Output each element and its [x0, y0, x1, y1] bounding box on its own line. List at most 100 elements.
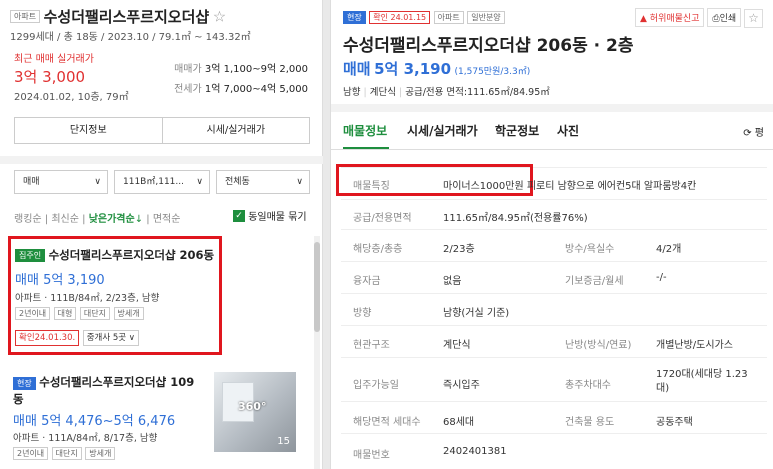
area-value: 111.65㎡/84.95㎡(전용률76%) — [443, 213, 588, 224]
listing-number: 2402401381 — [443, 446, 507, 457]
complex-name: 수성더팰리스푸르지오더샵 — [43, 8, 210, 26]
complex-header: 아파트 수성더팰리스푸르지오더샵 ☆ — [10, 6, 226, 27]
print-button[interactable]: ⎙인쇄 — [707, 8, 742, 27]
confirm-date: 확인24.01.30. — [15, 330, 80, 346]
listing-title[interactable]: 수성더팰리스푸르지오더샵 206동 — [49, 248, 215, 262]
chevron-down-icon: ∨ — [296, 177, 303, 187]
same-listing-toggle[interactable]: ✓ 동일매물 묶기 — [233, 208, 307, 223]
listing-spec: 아파트 · 111B/84㎡, 2/23층, 남향 — [15, 293, 160, 304]
tab-listing-info[interactable]: 매물정보 — [343, 122, 387, 139]
divider — [341, 261, 767, 262]
listing-tag: 방세개 — [113, 306, 144, 320]
tab-school[interactable]: 학군정보 — [495, 122, 539, 139]
photo-count: 15 — [277, 436, 290, 447]
detail-specs: 남향 | 계단식 | 공급/전용 면적:111.65㎡/84.95㎡ — [343, 87, 550, 98]
refresh-icon: ⟳ — [743, 128, 752, 139]
divider — [341, 433, 767, 434]
recent-label: 최근 매매 실거래가 — [14, 54, 94, 65]
listing-tags: 2년이내 대단지 방세개 — [13, 446, 116, 460]
divider — [341, 357, 767, 358]
listing-card[interactable]: 현장 수성더팰리스푸르지오더샵 109동 매매 5억 4,476~5억 6,47… — [8, 368, 308, 469]
tab-market-price[interactable]: 시세/실거래가 — [163, 118, 310, 143]
sort-low-price[interactable]: 낮은가격순 — [89, 214, 135, 225]
entrance-value: 계단식 — [443, 340, 471, 351]
printer-icon: ⎙ — [712, 14, 720, 24]
tab-photos[interactable]: 사진 — [557, 122, 579, 139]
listing-tag: 대형 — [53, 306, 77, 320]
sort-ranking[interactable]: 랭킹순 — [14, 214, 42, 225]
loan-value: 없음 — [443, 276, 462, 287]
trade-type-select[interactable]: 매매 ∨ — [14, 170, 108, 194]
listing-spec: 아파트 · 111A/84㎡, 8/17층, 남향 — [13, 433, 158, 444]
movein-value: 즉시입주 — [443, 380, 480, 391]
detail-title: 수성더팰리스푸르지오더샵 206동 · 2층 — [343, 36, 634, 56]
site-badge: 현장 — [13, 376, 36, 390]
checkbox-checked-icon[interactable]: ✓ — [233, 209, 245, 222]
listing-tag: 방세개 — [85, 446, 116, 460]
scrollbar-thumb[interactable] — [314, 242, 320, 332]
complex-type-badge: 아파트 — [10, 10, 41, 23]
active-tab-indicator — [343, 147, 389, 149]
direction-value: 남향(거실 기준) — [443, 308, 510, 319]
divider — [341, 293, 767, 294]
dong-select[interactable]: 전체동 ∨ — [216, 170, 310, 194]
scrollbar-track[interactable] — [314, 236, 320, 469]
detail-price: 매매 5억 3,190 (1,575만원/3.3㎡) — [343, 60, 531, 78]
households-value: 68세대 — [443, 417, 475, 428]
chevron-down-icon: ∨ — [128, 333, 136, 343]
section-divider — [331, 104, 773, 112]
section-divider — [0, 156, 323, 164]
area-select[interactable]: 111B㎡,111... ∨ — [114, 170, 210, 194]
listing-card[interactable]: 집주인 수성더팰리스푸르지오더샵 206동 매매 5억 3,190 아파트 · … — [8, 236, 222, 355]
deposit-value: -/- — [656, 272, 667, 283]
parking-value: 1720대(세대당 1.23대) — [656, 369, 748, 394]
divider — [341, 325, 767, 326]
listing-panel: 아파트 수성더팰리스푸르지오더샵 ☆ 1299세대 / 총 18동 / 2023… — [0, 0, 323, 469]
listing-tag: 대단지 — [51, 446, 82, 460]
sale-range: 3억 1,100~9억 2,000 — [204, 64, 308, 75]
star-icon[interactable]: ☆ — [213, 8, 226, 26]
divider — [341, 401, 767, 402]
divider — [341, 229, 767, 230]
complex-tabs: 단지정보 시세/실거래가 — [14, 117, 310, 144]
tab-complex-info[interactable]: 단지정보 — [15, 118, 163, 143]
listing-tag: 2년이내 — [15, 306, 51, 320]
sort-options: 랭킹순 | 최신순 | 낮은가격순↓ | 면적순 — [14, 214, 181, 225]
panorama-360-icon: 360° — [238, 400, 267, 413]
panel-divider — [323, 0, 330, 469]
heating-value: 개별난방/도시가스 — [656, 340, 733, 351]
agents-dropdown[interactable]: 중개사 5곳 ∨ — [82, 330, 140, 346]
listing-price: 매매 5억 4,476~5억 6,476 — [13, 414, 176, 429]
detail-actions: ▲ 허위매물신고 ⎙인쇄 ☆ — [635, 8, 763, 28]
report-button[interactable]: ▲ 허위매물신고 — [635, 8, 705, 27]
listing-photo[interactable]: 360° 15 — [214, 372, 296, 452]
chevron-down-icon: ∨ — [94, 177, 101, 187]
jeonse-range: 1억 7,000~4억 5,000 — [204, 84, 308, 95]
chevron-down-icon: ∨ — [196, 177, 203, 187]
unit-price: (1,575만원/3.3㎡) — [454, 67, 531, 77]
arrow-down-icon: ↓ — [134, 214, 144, 225]
detail-panel: 현장 확인 24.01.15 아파트 일반분양 ▲ 허위매물신고 ⎙인쇄 ☆ 수… — [330, 0, 773, 469]
favorite-star-icon[interactable]: ☆ — [744, 9, 763, 28]
owner-badge: 집주인 — [15, 248, 46, 262]
use-value: 공동주택 — [656, 417, 693, 428]
listing-tag: 2년이내 — [13, 446, 49, 460]
detail-tabs: 매물정보 시세/실거래가 학군정보 사진 ⟳ 평 — [331, 112, 773, 150]
sale-range-row: 매매가 3억 1,100~9억 2,000 — [174, 64, 308, 75]
listing-title[interactable]: 수성더팰리스푸르지오더샵 109동 — [13, 375, 194, 406]
area-unit-toggle[interactable]: ⟳ 평 — [743, 124, 764, 139]
listing-tag: 대단지 — [79, 306, 110, 320]
complex-info: 1299세대 / 총 18동 / 2023.10 / 79.1㎡ ~ 143.3… — [10, 32, 251, 43]
floor-value: 2/23층 — [443, 244, 475, 255]
listing-tags: 2년이내 대형 대단지 방세개 — [15, 306, 144, 320]
tab-market[interactable]: 시세/실거래가 — [407, 122, 478, 139]
recent-date: 2024.01.02, 10층, 79㎡ — [14, 92, 129, 103]
recent-price: 3억 3,000 — [14, 68, 86, 86]
jeonse-range-row: 전세가 1억 7,000~4억 5,000 — [174, 84, 308, 95]
sort-area[interactable]: 면적순 — [153, 214, 181, 225]
siren-icon: ▲ — [640, 14, 647, 24]
divider — [341, 199, 767, 200]
sort-latest[interactable]: 최신순 — [51, 214, 79, 225]
detail-tags: 현장 확인 24.01.15 아파트 일반분양 — [343, 10, 505, 24]
rooms-value: 4/2개 — [656, 244, 682, 255]
